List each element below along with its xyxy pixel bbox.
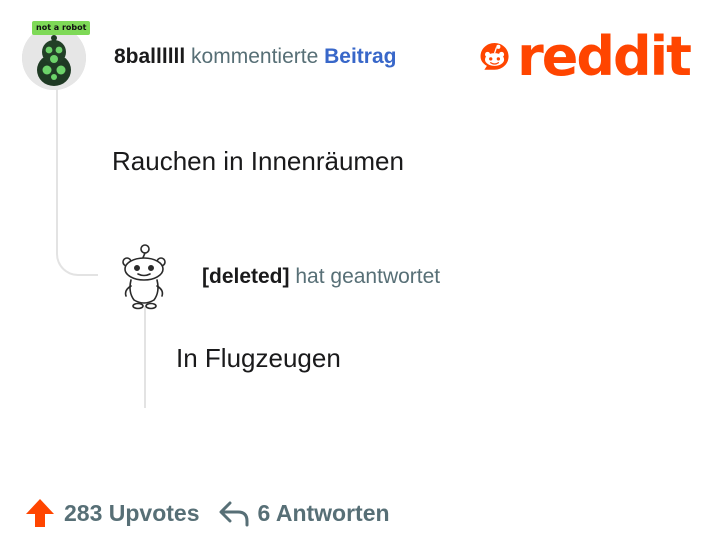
deleted-user-snoo-icon (122, 244, 166, 310)
reply-header: [deleted] hat geantwortet (202, 264, 440, 290)
commenter-avatar[interactable] (22, 26, 86, 90)
thread-line-comment (56, 86, 98, 276)
comment-body: Rauchen in Innenräumen (112, 146, 404, 176)
comment-action: kommentierte (191, 45, 319, 68)
reddit-snoo-logo-icon (480, 42, 509, 70)
comment-header: 8ballllll kommentierte Beitrag (114, 44, 396, 70)
comment-footer: 283 Upvotes 6 Antworten (24, 494, 390, 532)
post-link[interactable]: Beitrag (324, 45, 396, 68)
reddit-logo[interactable]: reddit (478, 25, 692, 88)
thread-line-reply (144, 306, 146, 408)
upvote-arrow-icon[interactable] (24, 497, 56, 529)
reply-action: hat geantwortet (295, 265, 441, 288)
upvote-count[interactable]: 283 Upvotes (64, 500, 200, 527)
reply-body: In Flugzeugen (176, 343, 341, 373)
reddit-wordmark: reddit (517, 25, 692, 88)
comment-author[interactable]: 8ballllll (114, 45, 185, 68)
commenter-avatar-figure (22, 26, 86, 90)
reply-avatar[interactable] (114, 240, 172, 310)
user-flair-badge: not a robot (32, 21, 91, 35)
reply-author: [deleted] (202, 265, 290, 288)
reply-count[interactable]: 6 Antworten (258, 500, 390, 527)
reply-arrow-icon[interactable] (218, 499, 250, 527)
